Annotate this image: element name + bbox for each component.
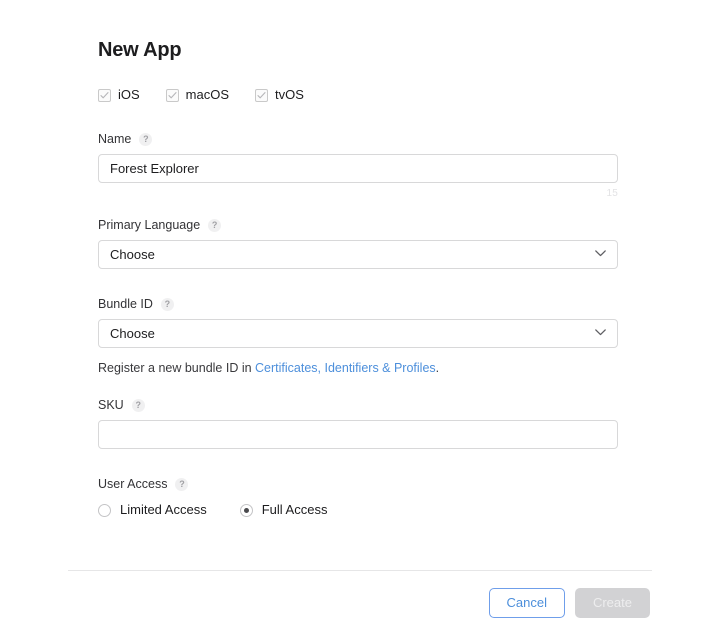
radio-full-access[interactable] xyxy=(239,503,253,517)
platform-checkbox-group: iOS macOS tvOS xyxy=(98,88,618,102)
help-icon-name[interactable]: ? xyxy=(139,133,153,146)
sku-input[interactable] xyxy=(98,420,618,449)
create-button: Create xyxy=(574,588,650,618)
radio-label-full-access: Full Access xyxy=(261,502,328,517)
platform-label-tvos: tvOS xyxy=(275,87,304,102)
radio-label-limited-access: Limited Access xyxy=(120,502,207,517)
field-label-row-user-access: User Access ? xyxy=(98,477,618,492)
radio-limited-access[interactable] xyxy=(98,503,111,517)
field-primary-language: Primary Language ? Choose xyxy=(98,218,618,269)
primary-language-value: Choose xyxy=(110,247,155,262)
check-icon xyxy=(257,91,266,98)
field-sku: SKU ? xyxy=(98,398,618,449)
platform-label-ios: iOS xyxy=(118,87,140,102)
field-user-access: User Access ? Limited Access Full Access xyxy=(98,477,618,517)
new-app-form: New App iOS macOS tvOS Name ? Forest Exp… xyxy=(98,38,618,517)
user-access-radio-group: Limited Access Full Access xyxy=(98,503,618,517)
bundle-id-value: Choose xyxy=(110,326,155,341)
bundle-id-select-wrap: Choose xyxy=(98,319,618,348)
platform-label-macos: macOS xyxy=(185,87,230,102)
field-label-row-name: Name ? xyxy=(98,132,618,147)
page-title: New App xyxy=(98,39,182,61)
radio-option-full-access[interactable]: Full Access xyxy=(239,502,328,517)
radio-option-limited-access[interactable]: Limited Access xyxy=(98,503,207,517)
label-sku: SKU xyxy=(98,398,124,412)
platform-option-macos[interactable]: macOS xyxy=(165,87,230,102)
label-name: Name xyxy=(98,132,132,146)
cancel-button[interactable]: Cancel xyxy=(488,588,565,618)
name-character-counter: 15 xyxy=(606,188,618,199)
check-icon xyxy=(168,91,177,98)
checkbox-ios[interactable] xyxy=(98,88,111,102)
check-icon xyxy=(100,91,109,98)
footer-divider xyxy=(68,570,652,571)
field-bundle-id: Bundle ID ? Choose Register a new bundle… xyxy=(98,297,618,376)
label-bundle-id: Bundle ID xyxy=(98,297,153,311)
label-user-access: User Access xyxy=(98,477,168,491)
help-icon-sku[interactable]: ? xyxy=(131,399,145,412)
bundle-id-select[interactable]: Choose xyxy=(98,319,618,348)
bundle-id-hint: Register a new bundle ID in Certificates… xyxy=(98,360,618,376)
help-icon-bundle-id[interactable]: ? xyxy=(160,298,174,311)
label-primary-language: Primary Language xyxy=(98,218,201,232)
primary-language-select-wrap: Choose xyxy=(98,240,618,269)
certificates-identifiers-profiles-link[interactable]: Certificates, Identifiers & Profiles xyxy=(255,361,436,375)
help-icon-user-access[interactable]: ? xyxy=(175,478,189,491)
field-label-row-bundle-id: Bundle ID ? xyxy=(98,297,618,312)
field-label-row-sku: SKU ? xyxy=(98,398,618,413)
platform-option-ios[interactable]: iOS xyxy=(98,88,140,102)
new-app-form-page: New App iOS macOS tvOS Name ? Forest Exp… xyxy=(0,0,728,640)
field-name: Name ? 15 xyxy=(98,132,618,200)
bundle-id-hint-prefix: Register a new bundle ID in xyxy=(98,361,256,375)
platform-option-tvos[interactable]: tvOS xyxy=(255,88,304,102)
primary-language-select[interactable]: Choose xyxy=(98,240,618,269)
field-label-row-primary-language: Primary Language ? xyxy=(98,218,618,233)
checkbox-tvos[interactable] xyxy=(255,88,269,102)
form-footer: Cancel Create xyxy=(0,588,728,618)
bundle-id-hint-suffix: . xyxy=(435,361,440,375)
checkbox-macos[interactable] xyxy=(165,88,179,102)
name-input[interactable] xyxy=(98,154,618,183)
help-icon-primary-language[interactable]: ? xyxy=(208,219,222,232)
